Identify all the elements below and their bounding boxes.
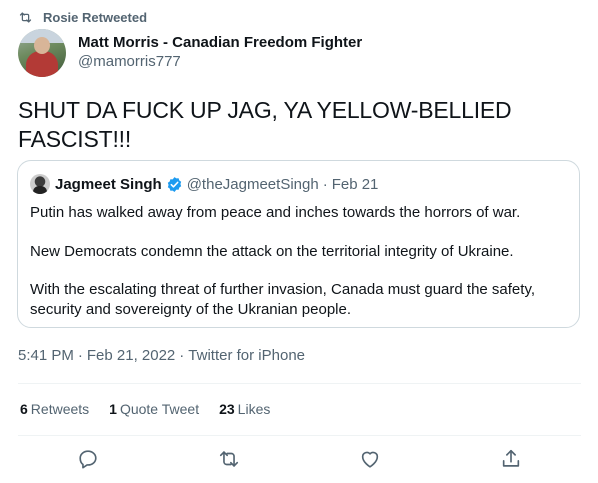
quote-tweets-stat[interactable]: 1 Quote Tweet bbox=[109, 401, 199, 417]
like-icon bbox=[361, 451, 379, 468]
retweets-stat[interactable]: 6 Retweets bbox=[20, 401, 89, 417]
tweet-stats: 6 Retweets 1 Quote Tweet 23 Likes bbox=[20, 401, 270, 417]
retweet-icon bbox=[19, 12, 32, 22]
quoted-separator: · bbox=[322, 175, 328, 193]
like-button[interactable] bbox=[359, 448, 381, 470]
quotes-count: 1 bbox=[109, 401, 117, 417]
tweet-meta: 5:41 PM · Feb 21, 2022 · Twitter for iPhone bbox=[18, 347, 305, 364]
retweet-button[interactable] bbox=[218, 448, 240, 470]
tweet-time[interactable]: 5:41 PM bbox=[18, 347, 74, 364]
tweet-date[interactable]: Feb 21, 2022 bbox=[87, 347, 175, 364]
reply-button[interactable] bbox=[77, 448, 99, 470]
tweet-text: SHUT DA FUCK UP JAG, YA YELLOW-BELLIED F… bbox=[18, 97, 512, 152]
avatar[interactable] bbox=[18, 29, 66, 77]
quoted-date: Feb 21 bbox=[331, 175, 379, 193]
quoted-paragraph: Putin has walked away from peace and inc… bbox=[30, 204, 521, 221]
meta-separator: · bbox=[179, 347, 185, 364]
retweets-count: 6 bbox=[20, 401, 28, 417]
share-button[interactable] bbox=[500, 448, 522, 470]
quoted-avatar bbox=[30, 174, 50, 194]
quoted-author-handle: @theJagmeetSingh bbox=[186, 175, 319, 193]
tweet-client[interactable]: Twitter for iPhone bbox=[188, 347, 305, 364]
author-handle[interactable]: @mamorris777 bbox=[78, 52, 362, 72]
retweet-icon bbox=[219, 451, 239, 467]
quoted-author-name: Jagmeet Singh bbox=[55, 175, 162, 193]
quoted-tweet[interactable]: Jagmeet Singh @theJagmeetSingh · Feb 21 … bbox=[17, 160, 580, 328]
divider bbox=[18, 383, 581, 384]
likes-stat[interactable]: 23 Likes bbox=[219, 401, 270, 417]
quotes-label: Quote Tweet bbox=[119, 401, 200, 417]
likes-count: 23 bbox=[219, 401, 235, 417]
retweeted-by-label: Rosie Retweeted bbox=[43, 9, 148, 25]
divider bbox=[18, 435, 581, 436]
tweet-author: Matt Morris - Canadian Freedom Fighter @… bbox=[18, 29, 362, 77]
quoted-text: Putin has walked away from peace and inc… bbox=[30, 203, 565, 338]
verified-badge-icon bbox=[167, 176, 181, 192]
author-display-name[interactable]: Matt Morris - Canadian Freedom Fighter bbox=[78, 33, 362, 52]
retweets-label: Retweets bbox=[30, 401, 90, 417]
reply-icon bbox=[79, 450, 97, 469]
retweeted-by[interactable]: Rosie Retweeted bbox=[18, 9, 147, 25]
likes-label: Likes bbox=[237, 401, 271, 417]
meta-separator: · bbox=[77, 347, 83, 364]
quoted-paragraph: With the escalating threat of further in… bbox=[30, 281, 535, 318]
quoted-paragraph: New Democrats condemn the attack on the … bbox=[30, 242, 514, 260]
share-icon bbox=[502, 449, 520, 467]
tweet-actions bbox=[0, 448, 598, 472]
